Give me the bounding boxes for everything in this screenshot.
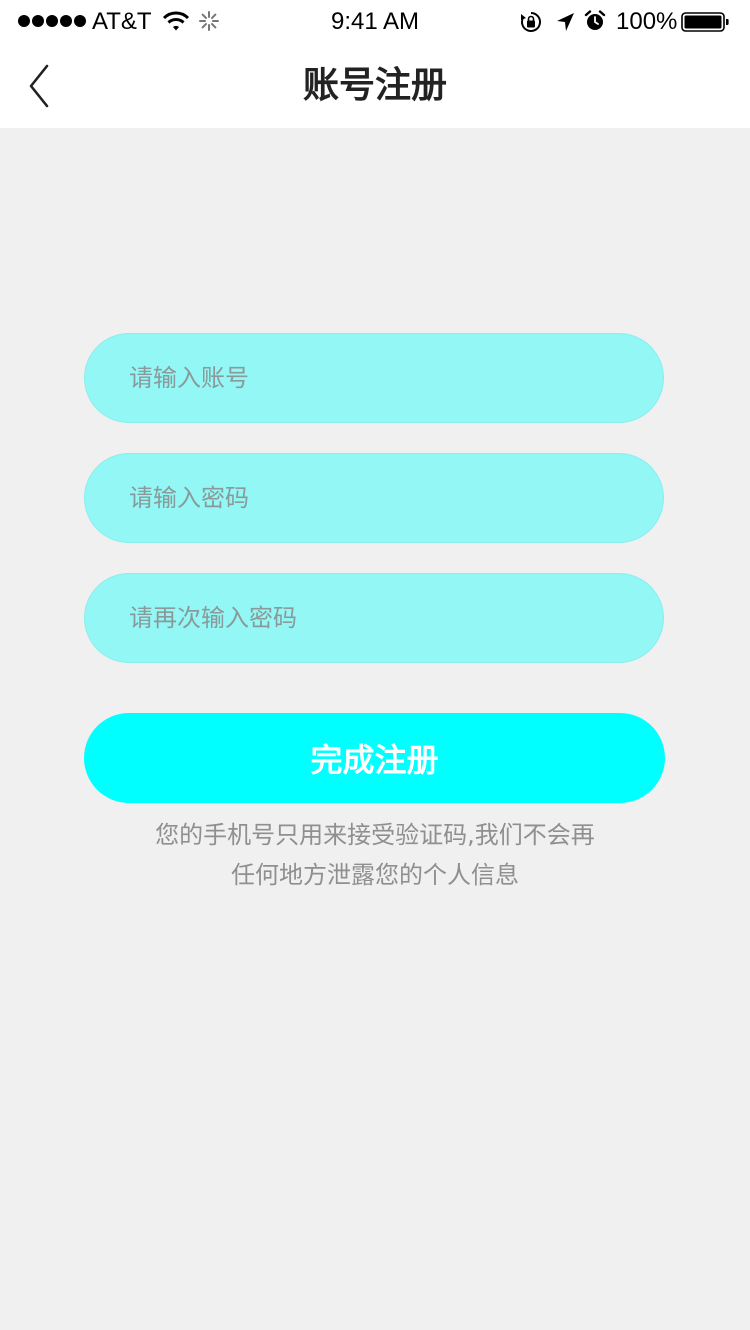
- battery-percentage: 100%: [616, 8, 678, 35]
- page-title: 账号注册: [302, 65, 447, 106]
- account-input[interactable]: [84, 333, 664, 423]
- confirm-password-input[interactable]: [84, 573, 664, 663]
- complete-registration-button[interactable]: 完成注册: [84, 713, 665, 803]
- password-input[interactable]: [84, 453, 664, 543]
- location-arrow-icon: [557, 13, 574, 31]
- navigation-bar: 账号注册: [0, 44, 750, 128]
- privacy-notice-line-1: 您的手机号只用来接受验证码,我们不会再: [155, 821, 595, 849]
- status-bar: AT&T 9:41 AM 100%: [0, 0, 750, 44]
- battery-icon: [681, 12, 729, 32]
- orientation-lock-icon: [521, 12, 541, 32]
- alarm-clock-icon: [584, 10, 606, 30]
- privacy-notice-line-2: 任何地方泄露您的个人信息: [231, 861, 519, 889]
- privacy-notice: 您的手机号只用来接受验证码,我们不会再 任何地方泄露您的个人信息: [100, 815, 650, 895]
